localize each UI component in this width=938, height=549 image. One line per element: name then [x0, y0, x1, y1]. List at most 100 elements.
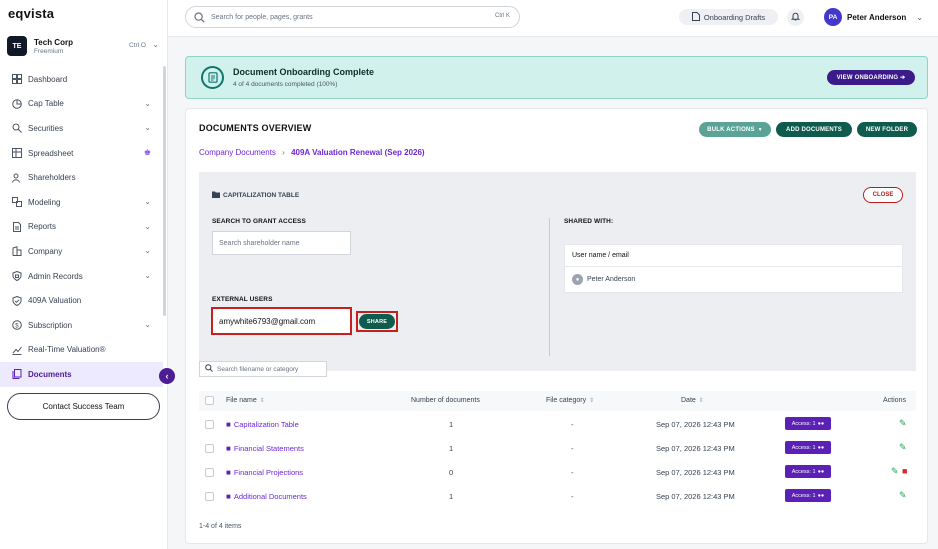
access-label: Access: 1 [791, 492, 816, 499]
sidebar-item-securities[interactable]: Securities ⌄ [0, 116, 163, 141]
subscription-icon: $ [11, 320, 22, 331]
file-name-link[interactable]: ■ Financial Projections [226, 468, 303, 477]
new-folder-button[interactable]: NEW FOLDER [857, 122, 917, 137]
file-name-link[interactable]: ■ Financial Statements [226, 444, 304, 453]
sidebar-item-real-time-valuation[interactable]: Real-Time Valuation® [0, 338, 163, 363]
sidebar-item-reports[interactable]: Reports ⌄ [0, 215, 163, 240]
edit-icon[interactable]: ✎ [891, 466, 899, 477]
file-name: Additional Documents [233, 492, 307, 501]
users-icon: ●● [817, 444, 825, 451]
crown-icon: ♚ [143, 147, 151, 157]
row-checkbox[interactable] [205, 420, 214, 429]
sidebar-item-subscription[interactable]: $ Subscription ⌄ [0, 313, 163, 338]
share-panel-title-text: CAPITALIZATION TABLE [223, 192, 300, 199]
contact-success-team-button[interactable]: Contact Success Team [7, 393, 160, 420]
shareholder-search-input[interactable]: Search shareholder name [212, 231, 351, 255]
close-button[interactable]: CLOSE [863, 187, 903, 203]
file-category: - [571, 492, 574, 501]
notifications-button[interactable] [787, 9, 804, 26]
edit-icon[interactable]: ✎ [899, 418, 907, 429]
sidebar-scrollbar[interactable] [163, 66, 166, 316]
col-file-name[interactable]: File name ⇕ [226, 397, 265, 404]
doc-count: 0 [449, 468, 454, 477]
bulk-actions-button[interactable]: BULK ACTIONS ▼ [699, 122, 771, 137]
shared-user-row: ● Peter Anderson [565, 267, 902, 292]
view-onboarding-button[interactable]: VIEW ONBOARDING ➔ [827, 70, 915, 85]
breadcrumb-root[interactable]: Company Documents [199, 148, 276, 157]
external-email-field[interactable]: amywhite6793@gmail.com [211, 307, 352, 335]
access-label: Access: 1 [791, 420, 816, 427]
select-all-checkbox[interactable] [205, 396, 214, 405]
access-label: Access: 1 [791, 468, 816, 475]
bulk-actions-label: BULK ACTIONS [707, 126, 755, 133]
sidebar-item-modeling[interactable]: Modeling ⌄ [0, 190, 163, 215]
sidebar-item-cap-table[interactable]: Cap Table ⌄ [0, 92, 163, 117]
sidebar-item-label: Reports [28, 222, 57, 232]
table-row: ■ Financial Statements 1 - Sep 07, 2026 1… [199, 436, 916, 460]
documents-icon [11, 369, 22, 380]
user-name: Peter Anderson [847, 12, 907, 22]
spreadsheet-icon [11, 148, 22, 159]
sidebar-item-label: Shareholders [28, 173, 76, 183]
file-search-input[interactable]: Search filename or category [199, 361, 327, 377]
sidebar-item-spreadsheet[interactable]: Spreadsheet ♚ [0, 141, 163, 166]
file-date: Sep 07, 2026 12:43 PM [656, 420, 735, 429]
page-title: DOCUMENTS OVERVIEW [199, 123, 312, 133]
documents-overview-card: DOCUMENTS OVERVIEW BULK ACTIONS ▼ ADD DO… [185, 108, 928, 544]
add-documents-button[interactable]: ADD DOCUMENTS [776, 122, 852, 137]
onboarding-drafts-button[interactable]: Onboarding Drafts [679, 9, 778, 25]
shared-with-table: User name / email ● Peter Anderson [564, 244, 903, 293]
user-menu[interactable]: PA Peter Anderson ⌄ [824, 8, 923, 26]
sidebar-item-admin-records[interactable]: Admin Records ⌄ [0, 264, 163, 289]
sidebar-item-label: Cap Table [28, 99, 64, 109]
shareholders-icon [11, 172, 22, 183]
row-checkbox[interactable] [205, 492, 214, 501]
sidebar-item-documents[interactable]: Documents [0, 362, 163, 387]
col-file-category[interactable]: File category ⇕ [546, 397, 594, 404]
edit-icon[interactable]: ✎ [899, 442, 907, 453]
access-label: Access: 1 [791, 444, 816, 451]
global-search-input[interactable]: Search for people, pages, grants Ctrl K [185, 6, 520, 28]
file-name-link[interactable]: ■ Additional Documents [226, 492, 307, 501]
file-name-link[interactable]: ■ Capitalization Table [226, 420, 299, 429]
trash-icon[interactable]: ■ [902, 466, 907, 476]
sidebar-item-label: Modeling [28, 197, 61, 207]
onboarding-complete-banner: Document Onboarding Complete 4 of 4 docu… [185, 56, 928, 99]
sidebar-item-label: Subscription [28, 320, 73, 330]
sidebar-item-dashboard[interactable]: Dashboard [0, 67, 163, 92]
search-icon [205, 364, 213, 374]
access-badge[interactable]: Access: 1 ●● [785, 417, 831, 430]
share-button[interactable]: SHARE [359, 314, 395, 329]
document-check-icon [201, 66, 224, 89]
row-checkbox[interactable] [205, 444, 214, 453]
eqvista-logo[interactable]: eqvista [8, 6, 54, 21]
sidebar-item-company[interactable]: Company ⌄ [0, 239, 163, 264]
folder-icon: ■ [226, 492, 231, 501]
users-icon: ●● [817, 468, 825, 475]
edit-icon[interactable]: ✎ [899, 490, 907, 501]
users-icon: ●● [817, 420, 825, 427]
access-badge[interactable]: Access: 1 ●● [785, 441, 831, 454]
chevron-down-icon: ⌄ [144, 123, 151, 133]
col-date-label: Date [681, 397, 696, 404]
file-search-placeholder: Search filename or category [217, 365, 299, 373]
sidebar-collapse-button[interactable]: ‹ [159, 368, 175, 384]
doc-count: 1 [449, 420, 454, 429]
sidebar-item-409a-valuation[interactable]: 409A Valuation [0, 288, 163, 313]
company-avatar: TE [7, 36, 27, 56]
company-icon [11, 246, 22, 257]
sidebar: eqvista TE Tech Corp Freemium Ctrl O ⌄ D… [0, 0, 175, 549]
panel-divider [549, 218, 550, 356]
caret-down-icon: ▼ [757, 126, 763, 133]
shared-user-name: Peter Anderson [587, 276, 636, 283]
col-date[interactable]: Date ⇕ [681, 397, 704, 404]
company-switcher[interactable]: TE Tech Corp Freemium Ctrl O ⌄ [7, 34, 163, 58]
access-badge[interactable]: Access: 1 ●● [785, 489, 831, 502]
trend-icon [11, 344, 22, 355]
shared-with-label: SHARED WITH: [564, 218, 614, 225]
file-category: - [571, 444, 574, 453]
col-number-of-documents: Number of documents [411, 397, 480, 404]
row-checkbox[interactable] [205, 468, 214, 477]
sidebar-item-shareholders[interactable]: Shareholders [0, 165, 163, 190]
access-badge[interactable]: Access: 1 ●● [785, 465, 831, 478]
